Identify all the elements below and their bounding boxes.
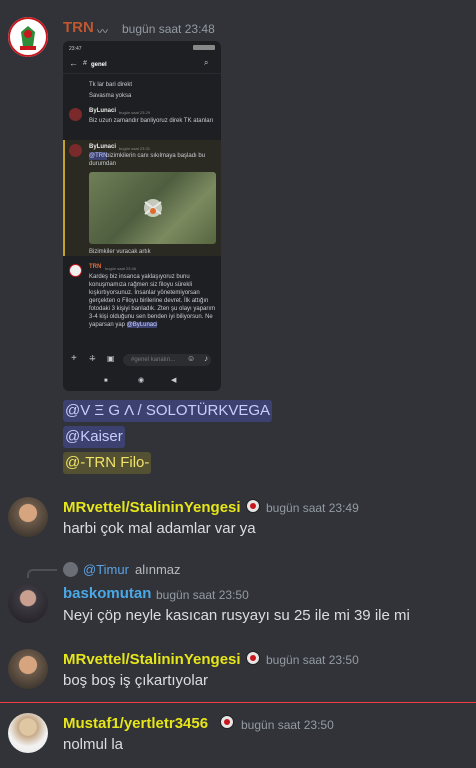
avatar-mustaf1[interactable] (8, 713, 48, 753)
message-text: boş boş iş çıkartıyolar (63, 672, 209, 689)
bylunaci-text: Biz uzun zamandır banliyoruz direk TK at… (89, 118, 214, 124)
search-icon: ⌕ (204, 58, 209, 67)
phone-channel-name: genel (91, 62, 107, 68)
trn-name: TRN (89, 264, 102, 270)
role-badge-icon (220, 715, 234, 729)
phone-status-icons (193, 45, 215, 50)
bylunaci-name: ByLunaci (89, 144, 117, 150)
username-trn[interactable]: TRN (63, 19, 94, 36)
apps-icon: ⁜ (89, 354, 96, 363)
mention-role-trn-filo[interactable]: @-TRN Filo- (63, 452, 152, 474)
emoji-icon: ☺ (187, 354, 196, 363)
mention-role-vega[interactable]: @V Ξ G Λ / SOLOTÜRKVEGA (63, 400, 273, 422)
phone-status-time: 23:47 (69, 46, 82, 52)
role-badge-icon (246, 651, 260, 665)
reply-connector (27, 569, 57, 578)
trn-text-body: Kardeş biz insanca yaklaşıyoruz bunu kon… (89, 274, 216, 328)
bylunaci-time: bugün saat 23:31 (119, 146, 150, 151)
phone-caption: Bizimkiler vuracak artık (89, 249, 151, 255)
trn-text: Kardeş biz insanca yaklaşıyoruz bunu kon… (89, 273, 217, 329)
reply-mention[interactable]: @Timur (83, 562, 129, 577)
reply-preview[interactable]: alınmaz (135, 562, 181, 577)
nav-back-icon: ◀ (171, 377, 177, 384)
trn-time: bugün saat 23:46 (105, 266, 136, 271)
trn-avatar (69, 264, 82, 277)
username-mrvettel[interactable]: MRvettel/StalininYengesi (63, 499, 241, 516)
reply-avatar (63, 562, 78, 577)
bylunaci-name: ByLunaci (89, 108, 117, 114)
attached-screenshot[interactable]: 23:47 ← # genel ⌕ Tk lar bari direkt Sav… (63, 41, 221, 391)
timestamp: bugün saat 23:49 (266, 501, 359, 515)
clan-icon: 〰 (97, 26, 108, 38)
role-badge-icon (246, 499, 260, 513)
avatar-mrvettel[interactable] (8, 497, 48, 537)
bylunaci-text: bizimkilerin canı sıkılmaya başladı bu d… (89, 153, 206, 167)
bylunaci-avatar (69, 108, 82, 121)
mic-icon: ♪ (204, 354, 208, 363)
phone-mention: @ByLunaci (126, 322, 158, 328)
bylunaci-avatar (69, 144, 82, 157)
gift-icon: ▣ (107, 354, 115, 363)
timestamp: bugün saat 23:50 (156, 588, 249, 602)
phone-input-placeholder: #genel kanalın... (131, 357, 176, 363)
bylunaci-time: bugün saat 23:29 (119, 110, 150, 115)
avatar-trn[interactable] (8, 17, 48, 57)
username-baskomutan[interactable]: baskomutan (63, 585, 151, 602)
back-arrow-icon: ← (69, 58, 78, 68)
timestamp: bugün saat 23:50 (241, 718, 334, 732)
message-text: harbi çok mal adamlar var ya (63, 520, 256, 537)
phone-image (89, 172, 216, 244)
username-mrvettel[interactable]: MRvettel/StalininYengesi (63, 651, 241, 668)
hash-icon: # (83, 60, 87, 67)
nav-square-icon: ■ (104, 378, 108, 384)
mention-role-kaiser[interactable]: @Kaiser (63, 426, 125, 448)
message-text: Neyi çöp neyle kasıcan rusyayı su 25 ile… (63, 607, 410, 624)
username-mustaf1[interactable]: Mustaf1/yertletr3456 (63, 715, 208, 732)
phone-divider (63, 73, 221, 74)
phone-line: Savasma yoksa (89, 93, 132, 99)
avatar-mrvettel[interactable] (8, 649, 48, 689)
timestamp: bugün saat 23:48 (122, 22, 215, 36)
phone-line: Tk lar bari direkt (89, 82, 133, 88)
plus-icon: + (71, 353, 77, 364)
avatar-baskomutan[interactable] (8, 583, 48, 623)
message-text: nolmul la (63, 736, 124, 753)
nav-home-icon: ◉ (138, 377, 145, 384)
new-messages-divider (0, 702, 476, 703)
timestamp: bugün saat 23:50 (266, 653, 359, 667)
